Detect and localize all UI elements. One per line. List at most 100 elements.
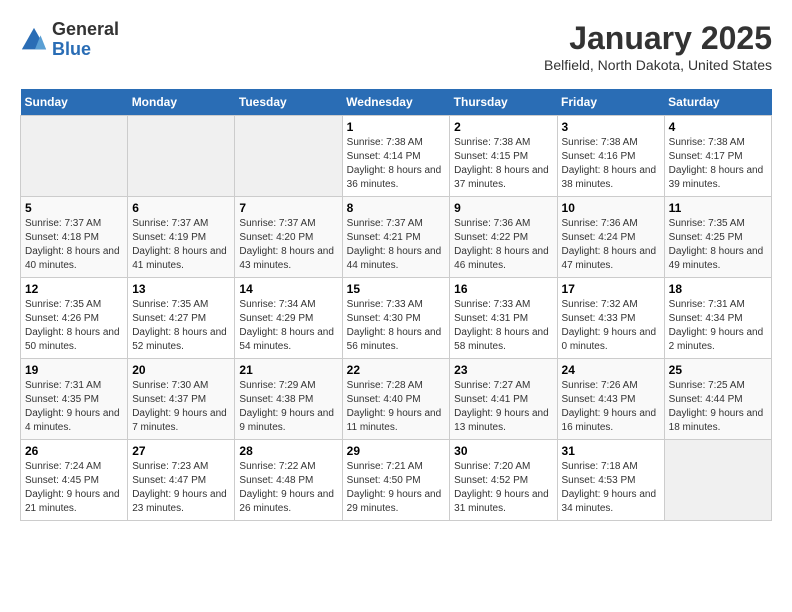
calendar-cell: 3 Sunrise: 7:38 AM Sunset: 4:16 PM Daylig… [557,116,664,197]
calendar-cell: 15 Sunrise: 7:33 AM Sunset: 4:30 PM Dayli… [342,278,450,359]
day-info: Sunrise: 7:24 AM Sunset: 4:45 PM Dayligh… [25,460,123,516]
day-number: 25 [669,363,767,377]
day-number: 23 [454,363,552,377]
day-info: Sunrise: 7:20 AM Sunset: 4:52 PM Dayligh… [454,460,552,516]
day-number: 29 [347,444,446,458]
calendar-cell: 5 Sunrise: 7:37 AM Sunset: 4:18 PM Daylig… [21,197,128,278]
day-number: 26 [25,444,123,458]
day-number: 17 [562,282,660,296]
day-number: 8 [347,201,446,215]
day-info: Sunrise: 7:28 AM Sunset: 4:40 PM Dayligh… [347,379,446,435]
calendar-cell [128,116,235,197]
month-title: January 2025 [544,20,772,57]
day-info: Sunrise: 7:33 AM Sunset: 4:31 PM Dayligh… [454,298,552,354]
calendar-header-row: SundayMondayTuesdayWednesdayThursdayFrid… [21,89,772,116]
day-number: 22 [347,363,446,377]
day-number: 18 [669,282,767,296]
day-number: 11 [669,201,767,215]
calendar-cell: 16Sunrise: 7:33 AM Sunset: 4:31 PM Dayli… [450,278,557,359]
calendar-cell: 29 Sunrise: 7:21 AM Sunset: 4:50 PM Dayli… [342,440,450,521]
logo-text: General Blue [52,20,119,60]
calendar-cell: 26 Sunrise: 7:24 AM Sunset: 4:45 PM Dayli… [21,440,128,521]
day-info: Sunrise: 7:33 AM Sunset: 4:30 PM Dayligh… [347,298,446,354]
day-info: Sunrise: 7:38 AM Sunset: 4:15 PM Dayligh… [454,136,552,192]
day-number: 30 [454,444,552,458]
calendar-cell: 11 Sunrise: 7:35 AM Sunset: 4:25 PM Dayli… [664,197,771,278]
day-info: Sunrise: 7:23 AM Sunset: 4:47 PM Dayligh… [132,460,230,516]
day-number: 12 [25,282,123,296]
page-header: General Blue January 2025 Belfield, Nort… [20,20,772,73]
calendar-cell [235,116,342,197]
calendar-cell: 25Sunrise: 7:25 AM Sunset: 4:44 PM Dayli… [664,359,771,440]
day-info: Sunrise: 7:37 AM Sunset: 4:18 PM Dayligh… [25,217,123,273]
day-number: 15 [347,282,446,296]
day-number: 20 [132,363,230,377]
day-number: 27 [132,444,230,458]
day-info: Sunrise: 7:21 AM Sunset: 4:50 PM Dayligh… [347,460,446,516]
day-info: Sunrise: 7:38 AM Sunset: 4:17 PM Dayligh… [669,136,767,192]
day-info: Sunrise: 7:31 AM Sunset: 4:34 PM Dayligh… [669,298,767,354]
calendar-cell: 21 Sunrise: 7:29 AM Sunset: 4:38 PM Dayli… [235,359,342,440]
calendar-cell: 12Sunrise: 7:35 AM Sunset: 4:26 PM Dayli… [21,278,128,359]
day-number: 10 [562,201,660,215]
day-number: 19 [25,363,123,377]
calendar-cell: 8Sunrise: 7:37 AM Sunset: 4:21 PM Daylig… [342,197,450,278]
calendar-cell: 1Sunrise: 7:38 AM Sunset: 4:14 PM Daylig… [342,116,450,197]
day-info: Sunrise: 7:18 AM Sunset: 4:53 PM Dayligh… [562,460,660,516]
day-info: Sunrise: 7:34 AM Sunset: 4:29 PM Dayligh… [239,298,337,354]
calendar-cell: 18 Sunrise: 7:31 AM Sunset: 4:34 PM Dayli… [664,278,771,359]
calendar-cell: 13Sunrise: 7:35 AM Sunset: 4:27 PM Dayli… [128,278,235,359]
day-info: Sunrise: 7:31 AM Sunset: 4:35 PM Dayligh… [25,379,123,435]
logo-icon [20,26,48,54]
day-number: 7 [239,201,337,215]
day-info: Sunrise: 7:32 AM Sunset: 4:33 PM Dayligh… [562,298,660,354]
day-number: 13 [132,282,230,296]
calendar-cell [21,116,128,197]
day-info: Sunrise: 7:37 AM Sunset: 4:20 PM Dayligh… [239,217,337,273]
calendar-cell: 14 Sunrise: 7:34 AM Sunset: 4:29 PM Dayli… [235,278,342,359]
day-number: 4 [669,120,767,134]
calendar-cell: 19 Sunrise: 7:31 AM Sunset: 4:35 PM Dayli… [21,359,128,440]
calendar-cell: 23 Sunrise: 7:27 AM Sunset: 4:41 PM Dayli… [450,359,557,440]
calendar-cell [664,440,771,521]
day-of-week-header: Thursday [450,89,557,116]
calendar-cell: 30 Sunrise: 7:20 AM Sunset: 4:52 PM Dayli… [450,440,557,521]
title-section: January 2025 Belfield, North Dakota, Uni… [544,20,772,73]
calendar-week-row: 19 Sunrise: 7:31 AM Sunset: 4:35 PM Dayli… [21,359,772,440]
day-info: Sunrise: 7:36 AM Sunset: 4:22 PM Dayligh… [454,217,552,273]
calendar-cell: 28Sunrise: 7:22 AM Sunset: 4:48 PM Dayli… [235,440,342,521]
logo-blue-text: Blue [52,39,91,59]
calendar-cell: 20 Sunrise: 7:30 AM Sunset: 4:37 PM Dayli… [128,359,235,440]
day-number: 31 [562,444,660,458]
day-number: 14 [239,282,337,296]
day-of-week-header: Friday [557,89,664,116]
logo-general-text: General [52,19,119,39]
day-number: 2 [454,120,552,134]
day-number: 5 [25,201,123,215]
day-info: Sunrise: 7:26 AM Sunset: 4:43 PM Dayligh… [562,379,660,435]
calendar-cell: 31 Sunrise: 7:18 AM Sunset: 4:53 PM Dayli… [557,440,664,521]
day-number: 21 [239,363,337,377]
day-info: Sunrise: 7:38 AM Sunset: 4:16 PM Dayligh… [562,136,660,192]
calendar-week-row: 26 Sunrise: 7:24 AM Sunset: 4:45 PM Dayli… [21,440,772,521]
day-info: Sunrise: 7:30 AM Sunset: 4:37 PM Dayligh… [132,379,230,435]
calendar-cell: 24 Sunrise: 7:26 AM Sunset: 4:43 PM Dayli… [557,359,664,440]
calendar-cell: 7 Sunrise: 7:37 AM Sunset: 4:20 PM Daylig… [235,197,342,278]
location-text: Belfield, North Dakota, United States [544,57,772,73]
day-of-week-header: Saturday [664,89,771,116]
day-info: Sunrise: 7:27 AM Sunset: 4:41 PM Dayligh… [454,379,552,435]
day-number: 28 [239,444,337,458]
day-info: Sunrise: 7:35 AM Sunset: 4:25 PM Dayligh… [669,217,767,273]
day-number: 6 [132,201,230,215]
day-info: Sunrise: 7:29 AM Sunset: 4:38 PM Dayligh… [239,379,337,435]
day-number: 24 [562,363,660,377]
day-info: Sunrise: 7:38 AM Sunset: 4:14 PM Dayligh… [347,136,446,192]
day-number: 3 [562,120,660,134]
calendar-cell: 2 Sunrise: 7:38 AM Sunset: 4:15 PM Daylig… [450,116,557,197]
day-of-week-header: Monday [128,89,235,116]
calendar-cell: 10Sunrise: 7:36 AM Sunset: 4:24 PM Dayli… [557,197,664,278]
logo: General Blue [20,20,119,60]
calendar-cell: 17 Sunrise: 7:32 AM Sunset: 4:33 PM Dayli… [557,278,664,359]
calendar-week-row: 5 Sunrise: 7:37 AM Sunset: 4:18 PM Daylig… [21,197,772,278]
day-of-week-header: Tuesday [235,89,342,116]
